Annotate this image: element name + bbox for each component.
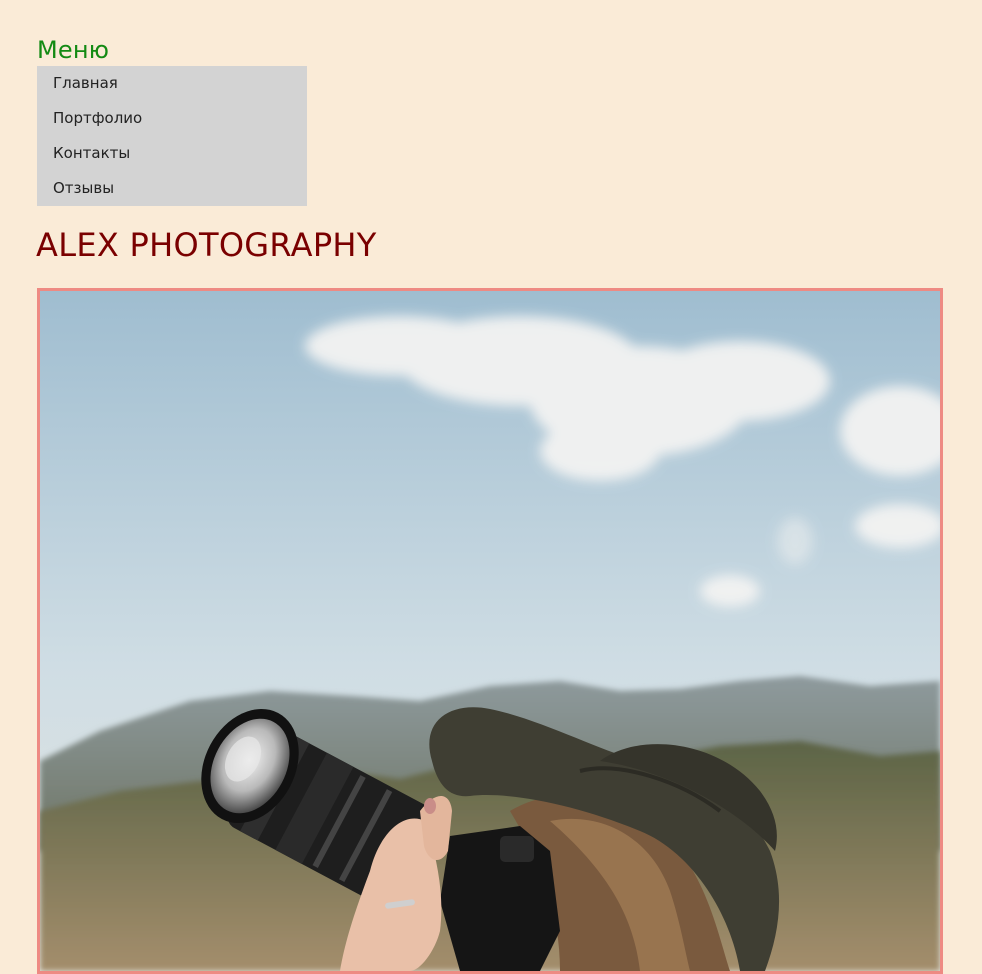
site-title: ALEX PHOTOGRAPHY xyxy=(36,226,377,264)
menu-item-portfolio[interactable]: Портфолио xyxy=(37,101,307,136)
hero-image xyxy=(37,288,943,974)
menu-heading: Меню xyxy=(37,36,110,64)
menu-item-contacts[interactable]: Контакты xyxy=(37,136,307,171)
menu-item-reviews[interactable]: Отзывы xyxy=(37,171,307,206)
nav-menu: Главная Портфолио Контакты Отзывы xyxy=(37,66,307,206)
menu-item-home[interactable]: Главная xyxy=(37,66,307,101)
hero-photo-illustration xyxy=(40,291,940,971)
